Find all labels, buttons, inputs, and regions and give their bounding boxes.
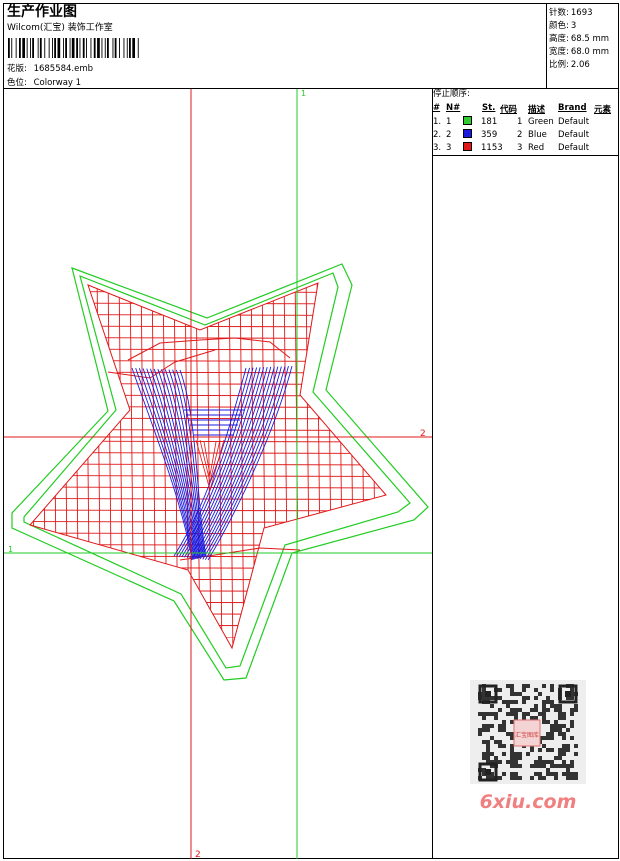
marker-red-v: 2 (195, 850, 201, 859)
stat-stitches: 针数: 1693 (549, 8, 593, 18)
col-header-needle: N# (446, 103, 461, 113)
sidebar-divider (432, 88, 433, 859)
stat-colors: 颜色: 3 (549, 21, 577, 31)
col-header-index: # (433, 103, 441, 113)
design-file-label: 花版: (7, 64, 27, 74)
qr-stamp-text: 汇宝图库 (515, 731, 539, 739)
watermark-site: 6xiu.com (480, 791, 577, 813)
stat-scale: 比例: 2.06 (549, 60, 590, 70)
red-fill-grid (30, 283, 386, 648)
col-header-element: 元素 (594, 105, 612, 115)
stop-table-divider (432, 155, 619, 156)
marker-red-h: 2 (420, 429, 426, 439)
design-file-row: 花版: 1685584.emb (7, 62, 93, 74)
color-swatch-blue (463, 129, 472, 138)
page-title: 生产作业图 (7, 4, 77, 20)
color-swatch-red (463, 142, 472, 151)
marker-green-v: 1 (301, 89, 306, 98)
company-name: Wilcom(汇宝) 装饰工作室 (7, 23, 113, 33)
colorway-value: Colorway 1 (33, 78, 82, 88)
col-header-stitches: St. (482, 103, 496, 113)
design-file-value: 1685584.emb (33, 64, 94, 74)
colorway-label: 色位: (7, 78, 27, 88)
stop-sequence-title: 停止顺序: (433, 89, 470, 99)
stats-divider (546, 3, 547, 88)
col-header-code: 代码 (500, 105, 518, 115)
stat-width: 宽度: 68.0 mm (549, 47, 610, 57)
embroidery-design-preview: 1 1 2 2 (4, 89, 432, 859)
col-header-description: 描述 (528, 105, 546, 115)
colorway-row: 色位: Colorway 1 (7, 76, 81, 88)
marker-green-h: 1 (8, 545, 13, 554)
barcode (8, 38, 139, 58)
col-header-brand: Brand (558, 103, 587, 113)
stat-height: 高度: 68.5 mm (549, 34, 610, 44)
color-swatch-green (463, 116, 472, 125)
qr-code-watermark: 汇宝图库 6xiu.com (470, 680, 586, 813)
